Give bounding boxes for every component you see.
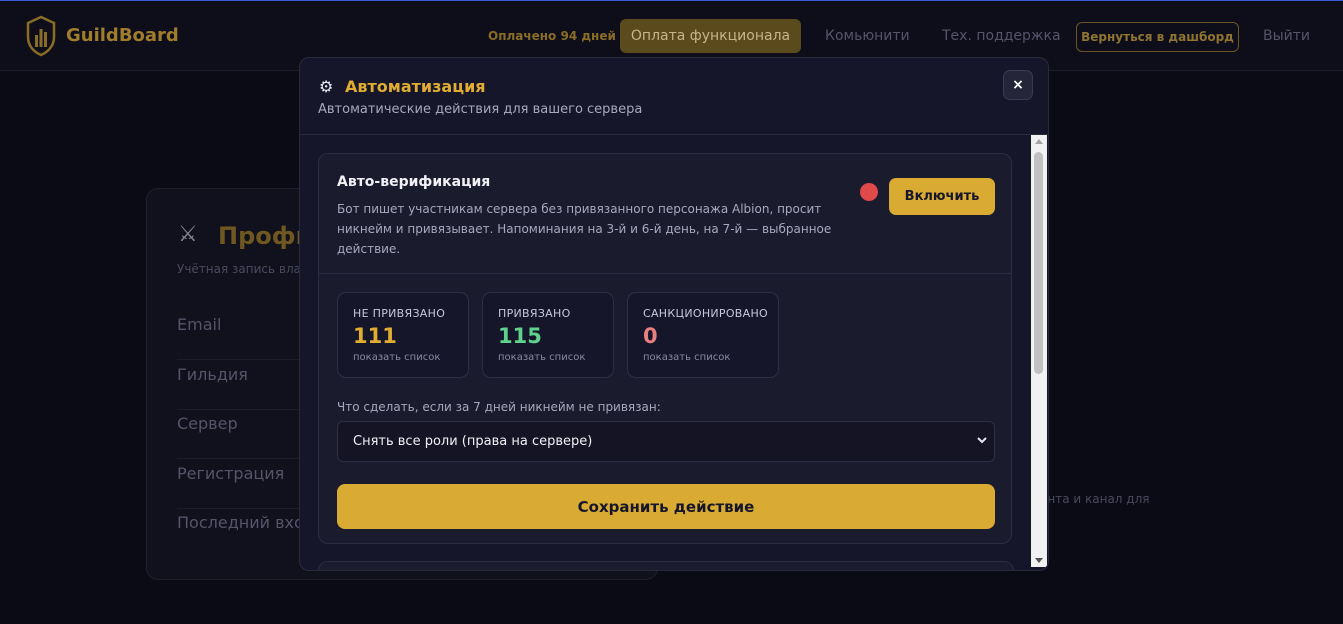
modal-title: Автоматизация xyxy=(345,77,486,96)
show-list-link[interactable]: показать список xyxy=(353,352,468,363)
stat-unlinked: НЕ ПРИВЯЗАНО 111 показать список xyxy=(337,292,469,378)
modal-header: ⚙ Автоматизация Автоматические действия … xyxy=(300,58,1048,135)
auto-verification-title: Авто-верификация xyxy=(337,174,491,190)
auto-verification-card: Авто-верификация Бот пишет участникам се… xyxy=(318,153,1012,544)
show-list-link[interactable]: показать список xyxy=(643,352,778,363)
auto-verification-description: Бот пишет участникам сервера без привяза… xyxy=(337,202,832,256)
back-to-dashboard-button[interactable]: Вернуться в дашборд xyxy=(1076,22,1239,52)
modal-scrollbar[interactable] xyxy=(1031,135,1047,567)
pay-features-button[interactable]: Оплата функционала xyxy=(620,19,801,53)
nav-support-link[interactable]: Тех. поддержка xyxy=(942,28,1061,44)
scroll-down-arrow-icon[interactable] xyxy=(1035,558,1043,563)
nav-community-link[interactable]: Комьюнити xyxy=(825,28,910,44)
show-list-link[interactable]: показать список xyxy=(498,352,613,363)
background-text: ента и канал для xyxy=(1040,492,1150,506)
stat-linked: ПРИВЯЗАНО 115 показать список xyxy=(482,292,614,378)
chevron-down-icon xyxy=(977,437,987,444)
action-select-label: Что сделать, если за 7 дней никнейм не п… xyxy=(337,400,661,414)
status-indicator xyxy=(860,183,878,201)
scrollbar-thumb[interactable] xyxy=(1034,152,1043,374)
logo-text[interactable]: GuildBoard xyxy=(66,25,179,46)
guildboard-logo-icon[interactable] xyxy=(25,15,57,57)
stat-sanctioned: САНКЦИОНИРОВАНО 0 показать список xyxy=(627,292,779,378)
save-action-button[interactable]: Сохранить действие xyxy=(337,484,995,529)
scroll-up-arrow-icon[interactable] xyxy=(1035,139,1043,144)
stat-value: 0 xyxy=(643,324,658,348)
close-button[interactable]: × xyxy=(1003,70,1033,100)
modal-subtitle: Автоматические действия для вашего серве… xyxy=(318,102,643,117)
paid-status: Оплачено 94 дней xyxy=(488,29,616,43)
stat-label: ПРИВЯЗАНО xyxy=(498,307,571,320)
action-select[interactable]: Снять все роли (права на сервере) xyxy=(337,421,995,462)
gear-icon: ⚙ xyxy=(319,77,334,96)
enable-button[interactable]: Включить xyxy=(889,178,995,215)
automation-modal: ⚙ Автоматизация Автоматические действия … xyxy=(299,57,1049,571)
stat-label: НЕ ПРИВЯЗАНО xyxy=(353,307,446,320)
card-divider xyxy=(319,273,1011,274)
stat-value: 111 xyxy=(353,324,397,348)
stat-label: САНКЦИОНИРОВАНО xyxy=(643,307,769,320)
crossed-swords-icon: ⚔ xyxy=(178,222,198,247)
profile-subtitle: Учётная запись вла xyxy=(177,262,301,276)
stat-value: 115 xyxy=(498,324,542,348)
logout-link[interactable]: Выйти xyxy=(1263,28,1310,44)
next-automation-card xyxy=(318,561,1014,570)
action-selected-value: Снять все роли (права на сервере) xyxy=(353,434,593,449)
close-icon: × xyxy=(1012,77,1024,93)
